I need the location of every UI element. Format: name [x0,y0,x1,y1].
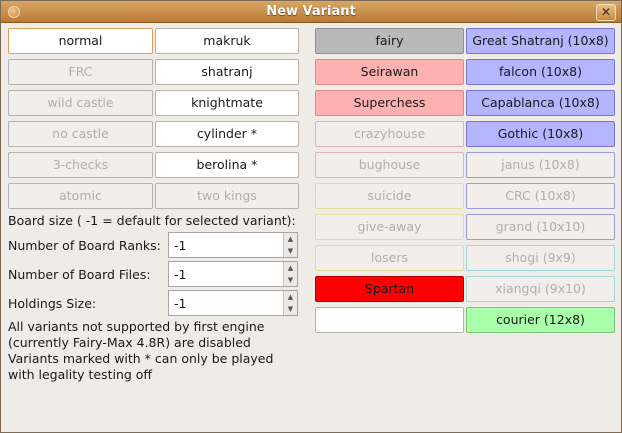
notes-text: All variants not supported by first engi… [8,319,273,383]
note-line: Variants marked with * can only be playe… [8,351,274,366]
variant-cylinder-button[interactable]: cylinder * [155,121,299,147]
variant-gothic-button[interactable]: Gothic (10x8) [466,121,615,147]
variant-capablanca-button[interactable]: Capablanca (10x8) [466,90,615,116]
variant-crazyhouse-button: crazyhouse [315,121,464,147]
variant-give-away-button: give-away [315,214,464,240]
variant-losers-button: losers [315,245,464,271]
variant-great-shatranj-button[interactable]: Great Shatranj (10x8) [466,28,615,54]
variant-no-castle-button: no castle [8,121,153,147]
holdings-size-stepper[interactable]: ▲ ▼ [283,291,297,315]
close-button[interactable]: ✕ [596,4,616,21]
board-ranks-label: Number of Board Ranks: [8,238,161,253]
variant-berolina-button[interactable]: berolina * [155,152,299,178]
chevron-up-icon[interactable]: ▲ [284,233,297,245]
variant-two-kings-button: two kings [155,183,299,209]
variant-grand-button: grand (10x10) [466,214,615,240]
variant-xiangqi-button: xiangqi (9x10) [466,276,615,302]
variant-makruk-button[interactable]: makruk [155,28,299,54]
board-size-heading: Board size ( -1 = default for selected v… [8,213,296,228]
variant-superchess-button[interactable]: Superchess [315,90,464,116]
variant-seirawan-button[interactable]: Seirawan [315,59,464,85]
variant-atomic-button: atomic [8,183,153,209]
note-line: All variants not supported by first engi… [8,319,265,334]
note-line: with legality testing off [8,367,153,382]
variant-wild-castle-button: wild castle [8,90,153,116]
variant-knightmate-button[interactable]: knightmate [155,90,299,116]
board-files-stepper[interactable]: ▲ ▼ [283,262,297,286]
holdings-size-value: -1 [174,296,187,311]
chevron-down-icon[interactable]: ▼ [284,303,297,315]
variant-crc-button: CRC (10x8) [466,183,615,209]
variant-frc-button: FRC [8,59,153,85]
variant-empty-button[interactable] [315,307,464,333]
board-files-value: -1 [174,267,187,282]
variant-janus-button: janus (10x8) [466,152,615,178]
variant-bughouse-button: bughouse [315,152,464,178]
variant-fairy-button[interactable]: fairy [315,28,464,54]
board-ranks-stepper[interactable]: ▲ ▼ [283,233,297,257]
board-ranks-value: -1 [174,238,187,253]
chevron-down-icon[interactable]: ▼ [284,274,297,286]
variant-courier-button[interactable]: courier (12x8) [466,307,615,333]
variant-spartan-button[interactable]: Spartan [315,276,464,302]
variant-shatranj-button[interactable]: shatranj [155,59,299,85]
chevron-up-icon[interactable]: ▲ [284,262,297,274]
variant-normal-button[interactable]: normal [8,28,153,54]
variant-suicide-button: suicide [315,183,464,209]
variant-falcon-button[interactable]: falcon (10x8) [466,59,615,85]
window-title: New Variant [266,4,356,19]
new-variant-dialog: New Variant ✕ normal FRC wild castle no … [0,0,622,433]
note-line: (currently Fairy-Max 4.8R) are disabled [8,335,251,350]
chevron-down-icon[interactable]: ▼ [284,245,297,257]
variant-shogi-button: shogi (9x9) [466,245,615,271]
board-ranks-spinbox[interactable]: -1 ▲ ▼ [168,232,298,258]
board-files-label: Number of Board Files: [8,267,151,282]
title-bar: New Variant ✕ [1,1,621,23]
holdings-size-label: Holdings Size: [8,296,97,311]
board-files-spinbox[interactable]: -1 ▲ ▼ [168,261,298,287]
variant-3-checks-button: 3-checks [8,152,153,178]
close-icon: ✕ [600,5,612,19]
holdings-size-spinbox[interactable]: -1 ▲ ▼ [168,290,298,316]
chevron-up-icon[interactable]: ▲ [284,291,297,303]
